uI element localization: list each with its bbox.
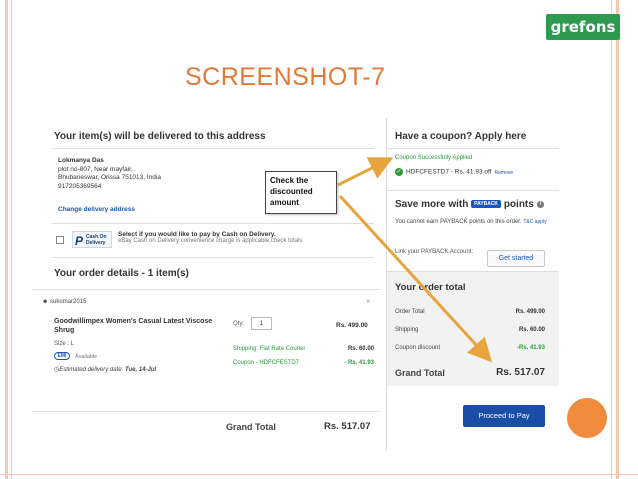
annotation-line-2: discounted: [270, 187, 313, 196]
annotation-line-3: amount: [270, 198, 299, 207]
proceed-to-pay-button[interactable]: Proceed to Pay: [463, 405, 545, 427]
seller-label: sukumar2015: [50, 299, 87, 305]
total-row: Shipping Rs. 60.00: [395, 327, 545, 333]
divider: [387, 190, 559, 191]
payback-suffix: points: [503, 199, 534, 210]
shipping-value: Rs. 60.00: [347, 346, 374, 352]
annotation-callout: Check the discounted amount: [265, 171, 337, 214]
slide-frame-right-inner: [611, 0, 612, 479]
cod-checkbox[interactable]: [56, 236, 64, 244]
coupon-code-text: HDFCFESTD7 - Rs. 41.93 off: [406, 168, 492, 176]
total-row: Coupon discount -Rs. 41.93: [395, 345, 545, 351]
delivery-column: Your item(s) will be delivered to this a…: [32, 118, 380, 451]
total-row: Order Total Rs. 499.00: [395, 309, 545, 315]
phone-number: 917205369564: [58, 182, 102, 190]
brand-logo: grefons: [546, 14, 620, 40]
total-row-label: Shipping: [395, 327, 419, 333]
cod-description: Select if you would like to pay by Cash …: [118, 231, 302, 244]
payback-badge: PAYBACK: [471, 200, 502, 209]
payback-heading: Save more with PAYBACK points i: [395, 199, 544, 210]
emi-badge: EMI: [54, 352, 70, 360]
total-row-value: Rs. 499.00: [515, 309, 545, 315]
product-name[interactable]: Goodwillimpex Women's Casual Latest Visc…: [54, 317, 234, 335]
total-row-label: Order Total: [395, 309, 425, 315]
total-row-label: Coupon discount: [395, 345, 441, 351]
cod-logo-text: Cash On Delivery: [86, 234, 107, 246]
divider: [32, 411, 380, 412]
payback-message: You cannot earn PAYBACK points on this o…: [395, 218, 555, 226]
info-icon[interactable]: i: [536, 200, 544, 208]
payback-prefix: Save more with: [395, 199, 469, 210]
divider: [52, 223, 374, 224]
divider: [387, 148, 559, 149]
shipping-row: Shipping: Flat Rate Courier Rs. 60.00: [233, 346, 374, 352]
order-total-heading: Your order total: [395, 282, 466, 293]
payback-cannot-text: You cannot earn PAYBACK points on this o…: [395, 219, 522, 225]
applied-coupon: ✓ HDFCFESTD7 - Rs. 41.93 off Remove: [395, 168, 513, 176]
address-line-2: Bhubaneswar, Orissa 751013, India: [58, 174, 161, 181]
seller-name: ☻ sukumar2015: [42, 299, 86, 305]
payment-column: Have a coupon? Apply here Coupon Success…: [386, 118, 559, 451]
user-icon: ☻: [42, 299, 49, 305]
estimated-delivery: ◷Estimated delivery date: Tue, 14-Jul: [54, 366, 156, 373]
delivery-heading: Your item(s) will be delivered to this a…: [54, 131, 266, 142]
annotation-line-1: Check the: [270, 176, 309, 185]
coupon-heading: Have a coupon? Apply here: [395, 131, 527, 142]
get-started-button[interactable]: Get started: [487, 250, 545, 267]
remove-coupon-link[interactable]: Remove: [495, 170, 514, 176]
slide-frame-bottom: [0, 474, 638, 475]
recipient-name: Lokmanya Das: [58, 157, 104, 164]
order-details-heading: Your order details - 1 item(s): [54, 268, 189, 279]
order-grand-total: Grand Total Rs. 517.07: [395, 367, 545, 378]
remove-item-icon[interactable]: ×: [366, 297, 371, 306]
cod-logo: P Cash On Delivery: [72, 231, 112, 248]
cod-logo-mark: P: [75, 234, 84, 248]
decorative-circle: [567, 398, 607, 438]
qty-label: Qty:: [233, 321, 245, 327]
item-price: Rs. 499.00: [336, 322, 368, 329]
slide-frame-left: [5, 0, 8, 479]
slide-frame-right: [616, 0, 619, 479]
order-grand-label: Grand Total: [395, 368, 445, 378]
tc-link[interactable]: T&C apply: [523, 219, 546, 225]
cod-question: Select if you would like to pay by Cash …: [118, 231, 276, 238]
est-date: Tue, 14-Jul: [124, 367, 157, 373]
coupon-label: Coupon - HDFCFESTD7: [233, 360, 300, 366]
coupon-value: - Rs. 41.93: [344, 360, 374, 366]
total-row-value: -Rs. 41.93: [516, 345, 545, 351]
check-icon: ✓: [395, 168, 403, 176]
payback-link-label: Link your PAYBACK Account:: [395, 249, 474, 255]
divider: [52, 257, 374, 258]
coupon-row: Coupon - HDFCFESTD7 - Rs. 41.93: [233, 360, 374, 366]
address-line-1: plot no-807, Near mayfair,: [58, 165, 133, 173]
grand-total-label: Grand Total: [226, 422, 276, 432]
change-address-link[interactable]: Change delivery address: [58, 206, 135, 213]
total-row-value: Rs. 60.00: [518, 327, 545, 333]
coupon-success: Coupon Successfully Applied: [395, 155, 473, 161]
emi-available: Available: [75, 354, 98, 360]
divider: [32, 289, 380, 290]
qty-input[interactable]: 1: [251, 317, 272, 330]
divider: [52, 148, 374, 149]
grand-total-value: Rs. 517.07: [324, 421, 371, 432]
slide-frame-left-inner: [11, 0, 12, 479]
shipping-label: Shipping: Flat Rate Courier: [233, 346, 306, 352]
slide-title: SCREENSHOT-7: [185, 63, 386, 91]
est-label: Estimated delivery date:: [59, 367, 124, 373]
size-label: Size : L: [54, 341, 75, 347]
checkout-screenshot: Your item(s) will be delivered to this a…: [32, 118, 559, 451]
cod-note: eBay Cash on Delivery convenience charge…: [118, 238, 303, 244]
delivery-address: Lokmanya Das plot no-807, Near mayfair, …: [58, 157, 161, 191]
order-grand-value: Rs. 517.07: [496, 367, 545, 378]
